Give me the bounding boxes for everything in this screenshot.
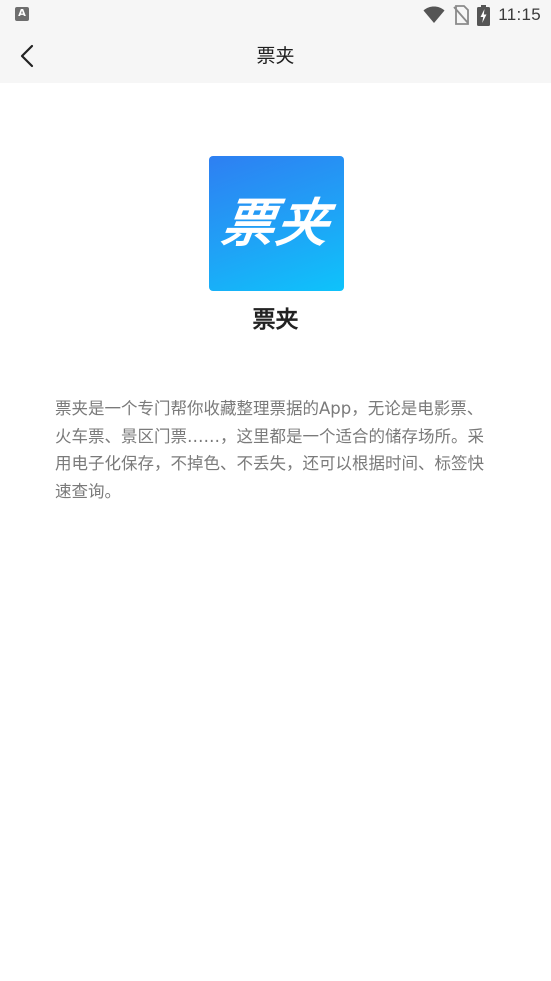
app-name: 票夹 — [252, 307, 299, 333]
wifi-icon — [423, 6, 445, 23]
status-icons: 11:15 — [423, 4, 541, 26]
page-title: 票夹 — [256, 45, 295, 67]
app-logo: 票夹 — [209, 156, 344, 291]
clock: 11:15 — [498, 5, 541, 24]
status-bar: A 11:15 — [0, 0, 551, 30]
about-screen: A 11:15 票夹 票夹 票夹 票夹是一个专门帮你收藏整理票据的App，无论是… — [0, 0, 551, 981]
battery-charging-icon — [477, 4, 491, 26]
navigation-bar: 票夹 — [0, 30, 551, 83]
notification-app-icon: A — [15, 7, 29, 21]
app-logo-text: 票夹 — [218, 194, 335, 254]
app-description: 票夹是一个专门帮你收藏整理票据的App，无论是电影票、火车票、景区门票……，这里… — [55, 399, 484, 501]
no-sim-icon — [453, 5, 470, 25]
